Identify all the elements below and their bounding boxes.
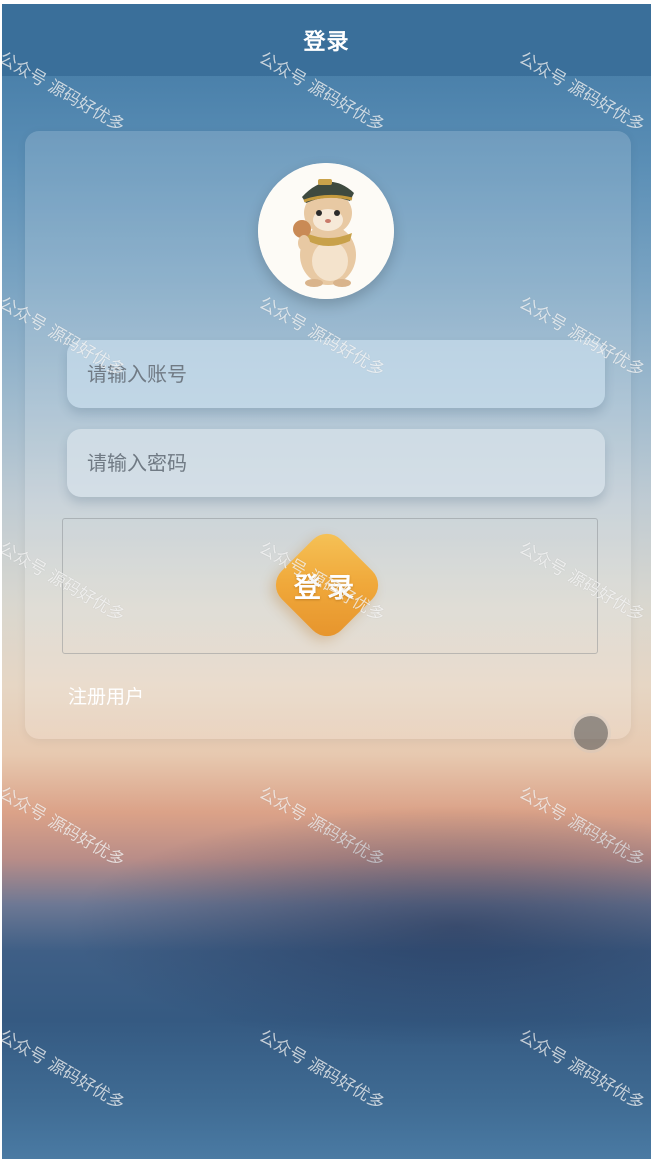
app-screen: 登录 请输入账号 登录 注册用户 公众号 源码好优多 公众号 源码好优多 公众号…: [2, 4, 651, 1159]
page-title: 登录: [303, 30, 350, 55]
account-input[interactable]: [67, 340, 605, 408]
watermark: 公众号 源码好优多: [255, 783, 388, 872]
top-nav-bar: 登录: [2, 4, 651, 76]
hamster-avatar-icon: [258, 163, 394, 299]
register-link[interactable]: 注册用户: [68, 682, 144, 709]
watermark: 公众号 源码好优多: [515, 1026, 648, 1115]
password-input[interactable]: [67, 429, 605, 497]
float-ball-icon[interactable]: [574, 716, 608, 750]
watermark: 公众号 源码好优多: [255, 1026, 388, 1115]
login-card: 登录 注册用户: [25, 131, 631, 739]
login-button-label: 登录: [294, 572, 360, 604]
watermark: 公众号 源码好优多: [515, 783, 648, 872]
watermark: 公众号 源码好优多: [2, 783, 128, 872]
watermark: 公众号 源码好优多: [2, 1026, 128, 1115]
login-button[interactable]: 登录: [267, 525, 387, 645]
